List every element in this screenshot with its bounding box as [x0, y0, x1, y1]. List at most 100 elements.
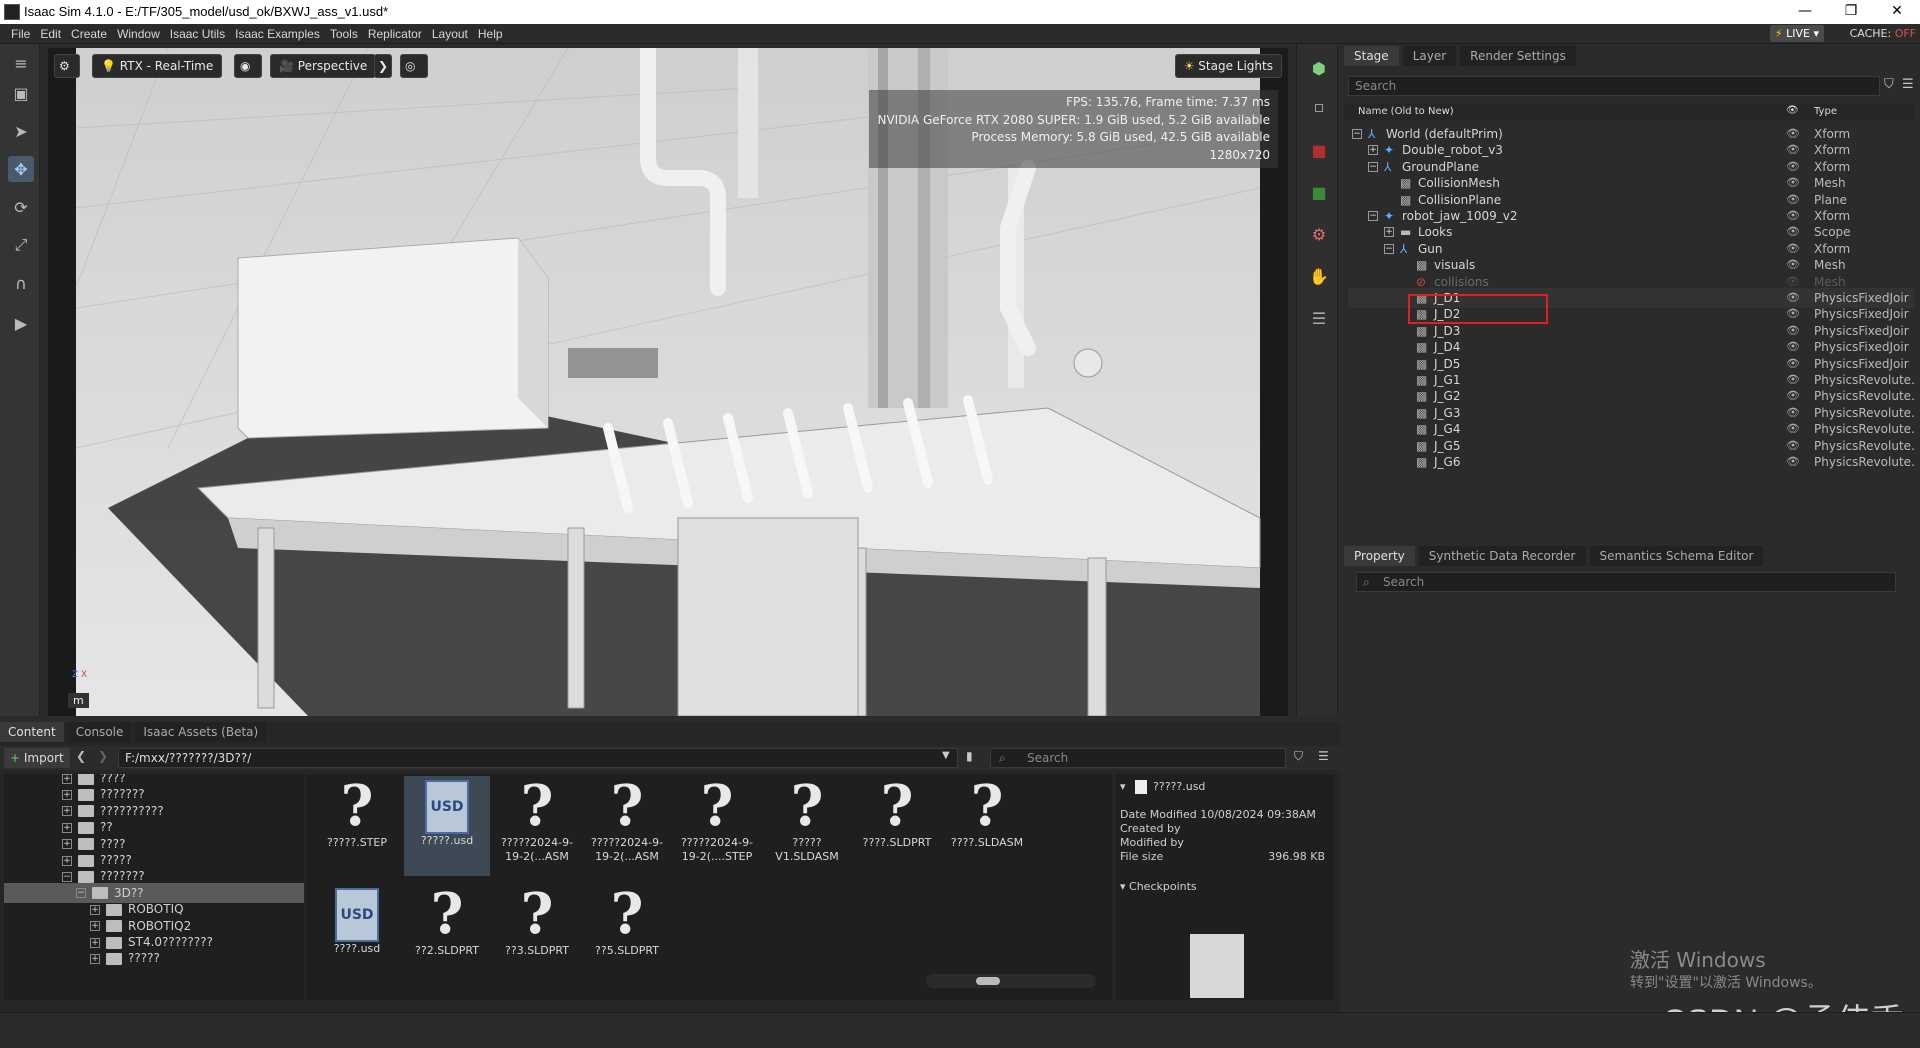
column-name[interactable]: Name (Old to New) — [1358, 106, 1454, 117]
stage-search-input[interactable]: Search — [1348, 76, 1880, 96]
chevron-right-icon[interactable]: ❯ — [374, 54, 392, 78]
menu-icon[interactable]: ☰ — [1318, 749, 1329, 763]
menu-item-isaac-examples[interactable]: Isaac Examples — [230, 24, 325, 44]
tab-console[interactable]: Console — [67, 722, 132, 742]
menu-item-layout[interactable]: Layout — [427, 24, 473, 44]
tool-icon[interactable]: ✋ — [1305, 262, 1333, 290]
column-type[interactable]: Type — [1814, 106, 1837, 117]
live-button[interactable]: ⚡ LIVE ▾ — [1769, 25, 1824, 42]
expand-icon[interactable]: + — [1368, 145, 1378, 156]
tab-layer[interactable]: Layer — [1402, 46, 1457, 66]
file-item[interactable]: ? ?????2024-9-19-2(...ASM — [494, 776, 580, 876]
sliders-icon[interactable]: ☰ — [1305, 304, 1333, 332]
file-item[interactable]: ? ????.SLDASM — [944, 776, 1030, 876]
tab-isaac-assets[interactable]: Isaac Assets (Beta) — [135, 722, 267, 742]
file-item[interactable]: USD ????.usd — [314, 884, 400, 984]
gear-icon[interactable]: ⚙ — [1305, 220, 1333, 248]
collapse-icon[interactable]: − — [62, 871, 72, 882]
file-item[interactable]: ? ?????V1.SLDASM — [764, 776, 850, 876]
file-item[interactable]: ? ??3.SLDPRT — [494, 884, 580, 984]
chevron-down-icon[interactable]: ▼ — [942, 750, 950, 761]
expand-icon[interactable]: + — [62, 806, 72, 817]
select-mode-icon[interactable]: ▣ — [8, 80, 34, 106]
tab-semantics-schema-editor[interactable]: Semantics Schema Editor — [1589, 546, 1764, 566]
menu-item-tools[interactable]: Tools — [325, 24, 363, 44]
filter-icon[interactable]: ⛉ — [1294, 749, 1303, 764]
stage-lights-button[interactable]: ☀ Stage Lights — [1174, 54, 1282, 78]
checkpoints-header[interactable]: ▾ Checkpoints — [1120, 880, 1325, 893]
file-item[interactable]: USD ?????.usd — [404, 776, 490, 876]
scrollbar-thumb[interactable] — [976, 977, 1000, 985]
viewport-stats: FPS: 135.76, Frame time: 7.37 ms NVIDIA … — [869, 90, 1278, 168]
horizontal-scrollbar[interactable] — [926, 974, 1096, 988]
rotate-icon[interactable]: ⟳ — [8, 194, 34, 220]
expand-icon[interactable]: + — [90, 921, 100, 932]
select-arrow-icon[interactable]: ➤ — [8, 118, 34, 144]
tab-stage[interactable]: Stage — [1344, 46, 1399, 66]
sensor-icon[interactable]: ◎ — [400, 54, 428, 78]
folder-tree[interactable]: +???? +??????? +?????????? +?? +???? +????? −?… — [4, 774, 304, 1000]
path-input[interactable]: F:/mxx/???????/3D??/ — [118, 748, 958, 768]
collapse-icon[interactable]: − — [1352, 129, 1362, 139]
eye-icon[interactable]: ◉ — [234, 54, 262, 78]
scale-icon[interactable]: ⤢ — [8, 232, 34, 258]
move-icon[interactable]: ✥ — [8, 156, 34, 182]
close-button[interactable]: ✕ — [1874, 0, 1920, 24]
property-search-input[interactable]: ⌕ Search — [1356, 572, 1896, 592]
file-item[interactable]: ? ??5.SLDPRT — [584, 884, 670, 984]
menu-item-window[interactable]: Window — [112, 24, 165, 44]
visibility-eye-icon[interactable]: 👁 — [1786, 452, 1800, 472]
green-cube-icon[interactable]: ■ — [1305, 178, 1333, 206]
tab-render-settings[interactable]: Render Settings — [1460, 46, 1576, 66]
tab-content[interactable]: Content — [0, 722, 64, 742]
viewport[interactable]: ⚙ 💡 RTX - Real-Time ◉ 🎥 Perspective ❯ ◎ … — [48, 48, 1288, 716]
expand-icon[interactable]: + — [1384, 227, 1394, 238]
minimize-button[interactable]: — — [1782, 0, 1828, 24]
expand-icon[interactable]: + — [62, 855, 72, 866]
expand-icon[interactable]: + — [62, 822, 72, 833]
file-item[interactable]: ? ?????2024-9-19-2(....STEP — [674, 776, 760, 876]
tab-property[interactable]: Property — [1344, 546, 1415, 566]
menu-item-help[interactable]: Help — [473, 24, 508, 44]
stage-row[interactable]: ▩ J_G6 👁 PhysicsRevolute. — [1348, 452, 1915, 472]
menu-item-replicator[interactable]: Replicator — [363, 24, 427, 44]
file-item[interactable]: ? ?????2024-9-19-2(...ASM — [584, 776, 670, 876]
file-item[interactable]: ? ?????.STEP — [314, 776, 400, 876]
expand-icon[interactable]: + — [62, 774, 72, 784]
forward-icon[interactable]: ❯ — [98, 749, 108, 763]
filter-icon[interactable]: ⛉ — [1884, 77, 1894, 92]
cache-status[interactable]: CACHE: OFF — [1850, 27, 1916, 40]
play-icon[interactable]: ▶ — [8, 310, 34, 336]
expand-icon[interactable]: + — [62, 839, 72, 850]
expand-icon[interactable]: + — [90, 904, 100, 915]
expand-icon[interactable]: + — [62, 789, 72, 800]
back-icon[interactable]: ❮ — [76, 749, 86, 763]
cube-icon[interactable]: ▫ — [1305, 92, 1333, 120]
file-grid[interactable]: ? ?????.STEP USD ?????.usd? ?????2024-9-19-2… — [306, 774, 1112, 1000]
menu-icon[interactable]: ☰ — [1902, 77, 1914, 92]
collapse-icon[interactable]: − — [76, 888, 86, 899]
menu-item-edit[interactable]: Edit — [35, 24, 66, 44]
file-item[interactable]: ? ????.SLDPRT — [854, 776, 940, 876]
collapse-icon[interactable]: − — [1368, 161, 1378, 172]
tab-synthetic-data-recorder[interactable]: Synthetic Data Recorder — [1418, 546, 1586, 566]
menu-item-file[interactable]: File — [6, 24, 35, 44]
folder-row[interactable]: +????? — [4, 948, 304, 968]
collapse-icon[interactable]: − — [1368, 211, 1378, 221]
expand-icon[interactable]: + — [90, 953, 100, 964]
content-search-input[interactable]: ⌕ Search — [990, 748, 1286, 768]
maximize-button[interactable]: ❐ — [1828, 0, 1874, 24]
snap-icon[interactable]: ∩ — [8, 270, 34, 296]
menu-item-create[interactable]: Create — [66, 24, 112, 44]
collapse-icon[interactable]: − — [1384, 243, 1394, 254]
menu-item-isaac-utils[interactable]: Isaac Utils — [165, 24, 230, 44]
expand-icon[interactable]: + — [90, 937, 100, 948]
import-button[interactable]: + Import — [4, 748, 70, 768]
render-mode-button[interactable]: 💡 RTX - Real-Time — [92, 54, 223, 78]
camera-button[interactable]: 🎥 Perspective — [270, 54, 377, 78]
viewport-settings-icon[interactable]: ⚙ — [54, 54, 80, 78]
red-cube-icon[interactable]: ■ — [1305, 136, 1333, 164]
file-item[interactable]: ? ??2.SLDPRT — [404, 884, 490, 984]
bookmark-icon[interactable]: ▮ — [966, 749, 973, 763]
physics-icon[interactable]: ⬢ — [1305, 54, 1333, 82]
